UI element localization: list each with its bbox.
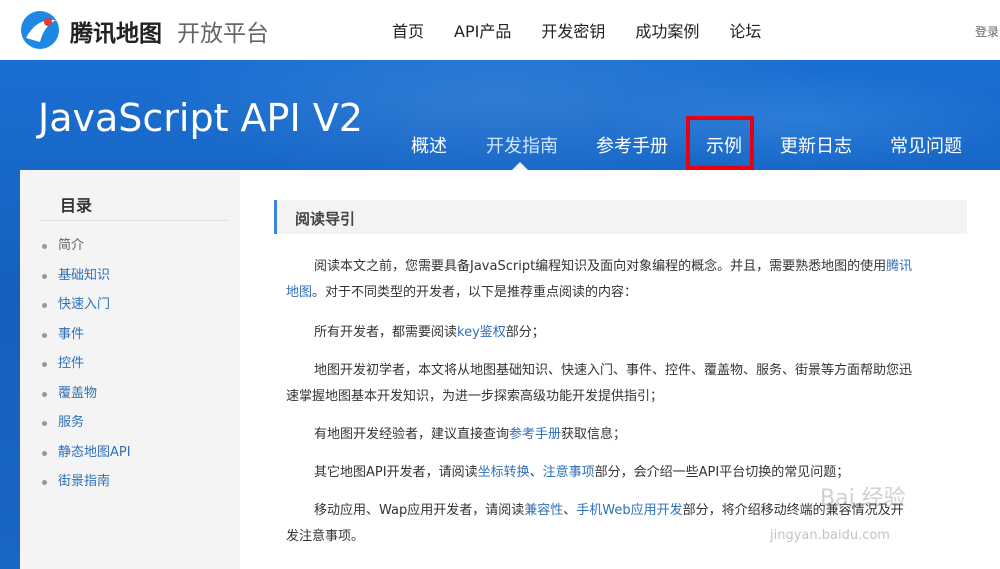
link-compatibility[interactable]: 兼容性 [524,503,563,518]
topnav-forum[interactable]: 论坛 [729,18,761,42]
toc-item-intro[interactable]: 简介 [42,236,131,266]
para-text: 获取信息； [561,427,627,442]
top-nav: 首页 API产品 开发密钥 成功案例 论坛 [392,18,791,42]
brand-subtitle: 开放平台 [177,21,269,47]
link-coordinate-convert[interactable]: 坐标转换 [478,465,530,480]
link-mobile-web-dev[interactable]: 手机Web应用开发 [576,503,682,518]
tab-overview[interactable]: 概述 [411,132,447,158]
topnav-cases[interactable]: 成功案例 [635,18,699,42]
top-header: 腾讯地图 开放平台 首页 API产品 开发密钥 成功案例 论坛 登录 [0,0,1000,60]
brand-name[interactable]: 腾讯地图 [70,14,162,48]
toc-list: 简介 基础知识 快速入门 事件 控件 覆盖物 服务 静态地图API 街景指南 [42,236,131,502]
para-text: 。对于不同类型的开发者，以下是推荐重点阅读的内容： [312,285,638,300]
topnav-dev-key[interactable]: 开发密钥 [541,18,605,42]
link-key-auth[interactable]: key鉴权 [457,325,506,340]
tab-dev-guide[interactable]: 开发指南 [486,132,558,158]
section-heading: 阅读导引 [274,200,967,234]
toc-item-quickstart[interactable]: 快速入门 [42,295,131,325]
toc-item-controls[interactable]: 控件 [42,354,131,384]
toc-divider [40,220,228,221]
para-text: 其它地图API开发者，请阅读 [314,465,478,480]
para-text: 、 [529,465,543,480]
doc-subnav: 概述 开发指南 参考手册 示例 更新日志 常见问题 [0,60,1000,170]
toc-title: 目录 [60,196,93,215]
para-text: 速掌握地图基本开发知识，为进一步探索高级功能开发提供指引； [286,389,664,404]
toc-item-services[interactable]: 服务 [42,413,131,443]
highlight-box-examples [686,116,754,170]
paragraph-beginners: 地图开发初学者，本文将从地图基础知识、快速入门、事件、控件、覆盖物、服务、街景等… [286,358,956,410]
para-text: 地图开发初学者，本文将从地图基础知识、快速入门、事件、控件、覆盖物、服务、街景等… [314,363,913,378]
para-text: 部分，会介绍一些API平台切换的常见问题； [594,465,850,480]
baidu-jingyan-watermark: Bai 经验 [820,486,906,511]
para-text: 部分； [505,325,545,340]
toc-item-static-map-api[interactable]: 静态地图API [42,443,131,473]
para-text: 所有开发者，都需要阅读 [314,325,458,340]
login-link[interactable]: 登录 [975,23,999,40]
para-text: 有地图开发经验者，建议直接查询 [314,427,510,442]
toc-item-streetview[interactable]: 街景指南 [42,472,131,502]
toc-item-overlays[interactable]: 覆盖物 [42,384,131,414]
section-title: 阅读导引 [295,210,356,228]
link-tencent[interactable]: 腾讯 [886,259,912,274]
para-text: 、 [563,503,577,518]
active-tab-caret-icon [512,162,528,170]
tab-reference[interactable]: 参考手册 [596,132,668,158]
tencent-map-logo-icon[interactable] [18,8,64,52]
para-text: 移动应用、Wap应用开发者，请阅读 [314,503,525,518]
paragraph-experienced: 有地图开发经验者，建议直接查询参考手册获取信息； [286,422,984,448]
toc-item-basics[interactable]: 基础知识 [42,266,131,296]
topnav-api-products[interactable]: API产品 [454,18,511,42]
paragraph-intro: 阅读本文之前，您需要具备JavaScript编程知识及面向对象编程的概念。并且，… [286,254,956,306]
toc-sidebar: 目录 简介 基础知识 快速入门 事件 控件 覆盖物 服务 静态地图API 街景指… [20,170,240,569]
watermark-url: jingyan.baidu.com [770,528,890,543]
link-notes[interactable]: 注意事项 [543,465,595,480]
paragraph-all-devs: 所有开发者，都需要阅读key鉴权部分； [286,320,984,346]
tab-faq[interactable]: 常见问题 [890,132,962,158]
tab-changelog[interactable]: 更新日志 [780,132,852,158]
link-reference-manual[interactable]: 参考手册 [509,427,561,442]
toc-item-events[interactable]: 事件 [42,325,131,355]
link-map[interactable]: 地图 [286,285,312,300]
para-text: 阅读本文之前，您需要具备JavaScript编程知识及面向对象编程的概念。并且，… [314,259,887,274]
topnav-home[interactable]: 首页 [392,18,424,42]
